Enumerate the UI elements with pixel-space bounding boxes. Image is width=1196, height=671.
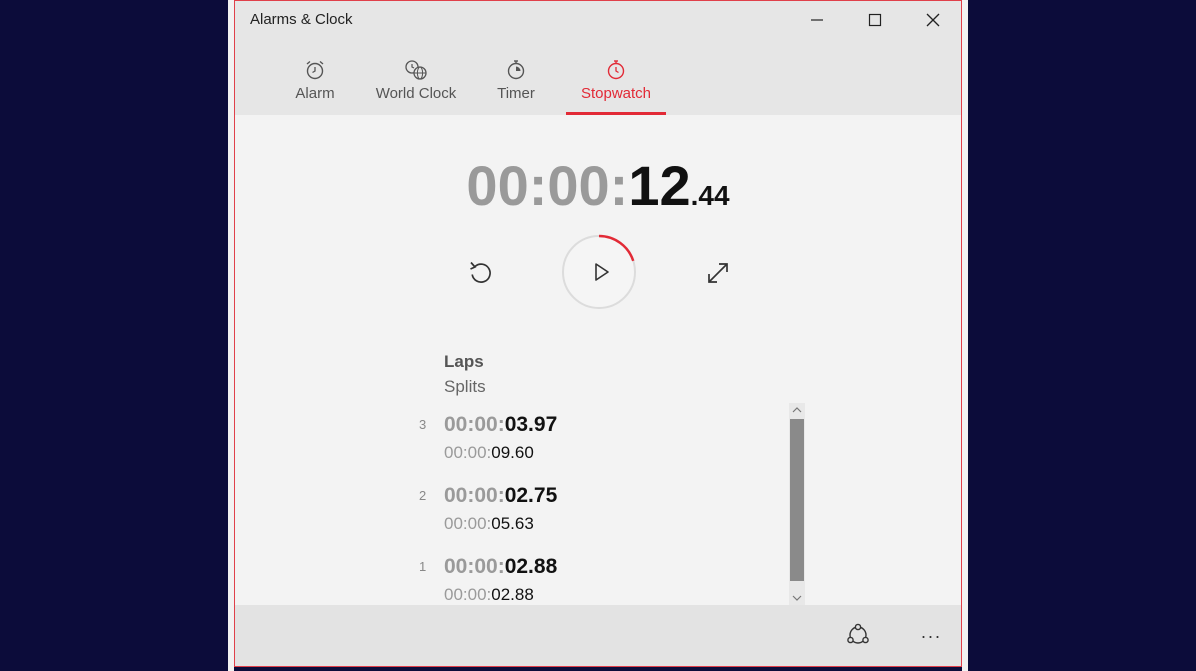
minimize-button[interactable] [788,1,846,39]
share-button[interactable] [835,615,881,657]
tab-label: Stopwatch [580,85,652,102]
lap-time-dim: 00:00: [444,413,505,436]
split-time-main: 05.63 [491,514,534,533]
lap-list[interactable]: 3 00:00:03.97 00:00:09.60 2 00:00:02.75 … [405,405,795,605]
split-time: 00:00:05.63 [444,514,534,534]
minimize-icon [811,19,823,21]
timer-separator: : [528,154,548,217]
lap-number: 3 [419,417,427,432]
more-options-button[interactable]: ··· [911,615,951,657]
app-title: Alarms & Clock [250,11,353,28]
lap-row: 1 00:00:02.88 00:00:02.88 [405,547,795,605]
split-time-dim: 00:00: [444,585,492,604]
reset-button[interactable] [461,253,501,293]
split-time: 00:00:09.60 [444,443,534,463]
stopwatch-display: 00:00:12.44 [235,153,961,218]
tab-world-clock[interactable]: World Clock [371,39,461,115]
split-time-main: 09.60 [491,443,534,462]
splits-heading: Splits [444,377,486,396]
timer-fraction: 44 [698,180,730,211]
right-window-strip [962,0,968,671]
expand-button[interactable] [698,253,738,293]
laps-heading: Laps [444,352,484,371]
split-time-main: 02.88 [491,585,534,604]
close-button[interactable] [904,1,961,39]
lap-time-main: 02.75 [504,484,558,507]
tab-alarm[interactable]: Alarm [285,39,345,115]
split-time: 00:00:02.88 [444,585,534,605]
tab-label: World Clock [375,85,457,102]
close-icon [926,13,940,27]
split-time-dim: 00:00: [444,514,492,533]
play-button[interactable] [561,234,637,310]
expand-icon [708,263,728,283]
timer-minutes: 00 [547,154,610,217]
maximize-button[interactable] [846,1,904,39]
split-time-dim: 00:00: [444,443,492,462]
tab-label: Alarm [295,85,335,102]
globe-clock-icon [404,57,428,83]
lap-number: 2 [419,488,427,503]
title-bar: Alarms & Clock [235,1,961,39]
lap-list-scrollbar[interactable] [789,403,805,605]
lap-time: 00:00:03.97 [444,413,557,437]
maximize-icon [868,13,882,27]
timer-seconds: 12 [628,154,691,217]
chevron-up-icon [792,407,802,413]
timer-separator: : [609,154,629,217]
tab-timer[interactable]: Timer [486,39,546,115]
scroll-down-button[interactable] [789,591,805,605]
tab-stopwatch[interactable]: Stopwatch [566,39,666,115]
share-icon [847,623,869,644]
chevron-down-icon [792,595,802,601]
alarm-clock-icon [304,57,326,83]
play-icon [595,263,609,281]
lap-time: 00:00:02.75 [444,484,557,508]
scrollbar-thumb[interactable] [790,419,804,581]
stopwatch-icon [605,57,627,83]
stopwatch-panel: 00:00:12.44 Laps Splits 3 00:00:03.97 00… [235,115,961,605]
timer-hours: 00 [466,154,529,217]
tab-label: Timer [497,85,535,102]
lap-time-dim: 00:00: [444,555,505,578]
reset-icon [470,261,491,283]
lap-row: 2 00:00:02.75 00:00:05.63 [405,476,795,547]
timer-icon [505,57,527,83]
lap-number: 1 [419,559,427,574]
tab-bar: Alarm World Clock Timer Stopwatch [235,39,961,115]
bottom-app-bar: ··· [235,605,961,666]
scroll-up-button[interactable] [789,403,805,417]
lap-time: 00:00:02.88 [444,555,557,579]
lap-time-main: 02.88 [504,555,558,578]
lap-time-main: 03.97 [504,413,558,436]
app-window: Alarms & Clock Alarm World Clock Timer S… [234,0,962,667]
lap-time-dim: 00:00: [444,484,505,507]
lap-row: 3 00:00:03.97 00:00:09.60 [405,405,795,476]
